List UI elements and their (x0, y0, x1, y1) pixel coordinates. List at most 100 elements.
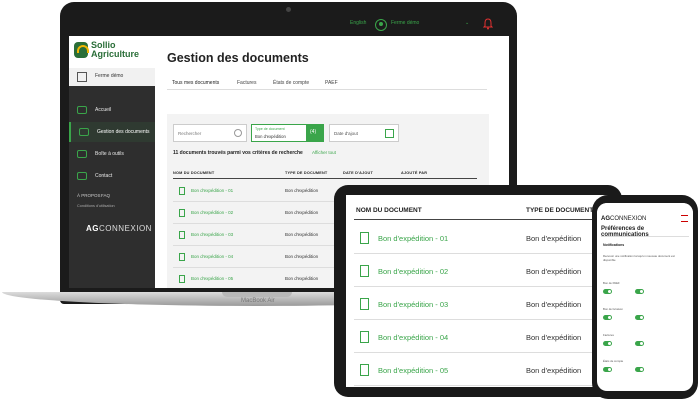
agconnexion-logo: AGCONNEXION (601, 216, 646, 222)
document-icon (179, 209, 185, 217)
sidebar-item-documents[interactable]: Gestion des documents (69, 122, 155, 142)
toggle-switch[interactable] (603, 289, 612, 294)
document-name-link[interactable]: Bon d'expédition - 03 (378, 300, 448, 309)
filter-label: Type de document (255, 127, 285, 131)
table-row[interactable]: Bon d'expédition - 03 Bon d'expédition (354, 287, 604, 320)
document-type: Bon d'expédition (285, 254, 319, 259)
camera-icon (286, 7, 291, 12)
top-bar: English Ferme démo ⌄ (69, 14, 509, 36)
menu-icon[interactable] (681, 215, 688, 222)
farm-name: Ferme démo (95, 73, 124, 79)
column-header-type: TYPE DE DOCUMENT (285, 171, 328, 175)
document-icon (360, 331, 369, 343)
sidebar-item-toolbox[interactable]: Boîte à outils (69, 144, 155, 164)
sidebar-item-label: Gestion des documents (97, 129, 150, 135)
document-type: Bon d'expédition (526, 300, 582, 309)
table-row[interactable]: Bon d'expédition - 02 Bon d'expédition (354, 254, 604, 287)
column-header-name[interactable]: NOM DU DOCUMENT (356, 207, 422, 214)
date-filter[interactable]: Date d'ajout (329, 124, 399, 142)
tablet-screen: NOM DU DOCUMENT TYPE DE DOCUMENT Bon d'e… (346, 195, 608, 387)
language-link[interactable]: English (350, 20, 366, 26)
about-link[interactable]: À PROPOS (77, 193, 101, 198)
date-filter-label: Date d'ajout (334, 131, 358, 136)
document-icon (79, 128, 89, 136)
toggle-switch[interactable] (635, 341, 644, 346)
table-row[interactable]: Bon d'expédition - 04 Bon d'expédition (354, 320, 604, 353)
document-name-link[interactable]: Bon d'expédition - 04 (191, 254, 233, 259)
document-name-link[interactable]: Bon d'expédition - 03 (191, 232, 233, 237)
brand-bold: AG (601, 216, 610, 222)
column-header-type: TYPE DE DOCUMENT (526, 207, 594, 214)
document-icon (179, 253, 185, 261)
logo[interactable]: Sollio Agriculture (69, 36, 155, 68)
faq-link[interactable]: FAQ (101, 193, 110, 198)
chevron-down-icon[interactable]: ⌄ (465, 20, 469, 26)
sidebar-item-contact[interactable]: Contact (69, 166, 155, 186)
document-icon (360, 265, 369, 277)
toggle-switch[interactable] (603, 341, 612, 346)
laptop-notch (222, 292, 292, 297)
document-name-link[interactable]: Bon d'expédition - 02 (378, 267, 448, 276)
document-name-link[interactable]: Bon d'expédition - 05 (378, 366, 448, 375)
column-header-date[interactable]: DATE D'AJOUT (343, 171, 373, 175)
document-icon (360, 364, 369, 376)
search-input[interactable]: Rechercher (173, 124, 247, 142)
home-icon (77, 106, 87, 114)
toolbox-icon (77, 150, 87, 158)
sidebar-item-label: Accueil (95, 107, 112, 113)
document-name-link[interactable]: Bon d'expédition - 01 (191, 188, 233, 193)
farm-selector[interactable]: Ferme démo (69, 68, 155, 86)
document-icon (179, 275, 185, 283)
document-icon (360, 298, 369, 310)
document-name-link[interactable]: Bon d'expédition - 02 (191, 210, 233, 215)
header-divider (173, 178, 477, 179)
bell-icon[interactable] (483, 18, 493, 30)
document-type: Bon d'expédition (285, 210, 319, 215)
tab-paef[interactable]: PAEF (325, 80, 338, 86)
section-title: Notifications (603, 243, 625, 247)
group-label: Bon de PAEF (603, 281, 620, 285)
document-name-link[interactable]: Bon d'expédition - 04 (378, 333, 448, 342)
user-name[interactable]: Ferme démo (391, 20, 419, 26)
document-icon (179, 231, 185, 239)
sidebar: Sollio Agriculture Ferme démo Accueil Ges… (69, 36, 155, 288)
brand-bold: AG (86, 224, 99, 233)
filter-dropdown-button[interactable]: (4) (307, 124, 324, 142)
status-bar (597, 203, 693, 213)
filter-count: (4) (310, 129, 317, 135)
filter-value: Bon d'expédition (255, 134, 286, 139)
search-icon[interactable] (234, 129, 242, 137)
toggle-switch[interactable] (603, 367, 612, 372)
terms-link[interactable]: Conditions d'utilisation (77, 204, 115, 208)
document-name-link[interactable]: Bon d'expédition - 05 (191, 276, 233, 281)
column-header-added-by: AJOUTÉ PAR (401, 171, 428, 175)
toggle-switch[interactable] (603, 315, 612, 320)
device-label: MacBook Air (241, 298, 275, 304)
document-type: Bon d'expédition (285, 188, 319, 193)
page-title: Gestion des documents (167, 51, 309, 65)
user-icon[interactable] (375, 19, 387, 31)
show-all-link[interactable]: Afficher tout (312, 150, 336, 155)
phone-icon (77, 172, 87, 180)
toggle-switch[interactable] (635, 315, 644, 320)
search-placeholder: Rechercher (178, 131, 202, 136)
document-type: Bon d'expédition (526, 366, 582, 375)
table-row[interactable]: Bon d'expédition - 05 Bon d'expédition (354, 353, 604, 386)
table-row[interactable]: Bon d'expédition - 01 Bon d'expédition (354, 221, 604, 254)
sidebar-item-label: Boîte à outils (95, 151, 124, 157)
sidebar-item-accueil[interactable]: Accueil (69, 100, 155, 120)
title-divider (601, 236, 689, 237)
toggle-switch[interactable] (635, 367, 644, 372)
document-type: Bon d'expédition (285, 276, 319, 281)
tab-factures[interactable]: Factures (237, 80, 256, 86)
document-type: Bon d'expédition (285, 232, 319, 237)
group-label: Factures (603, 333, 614, 337)
tab-etats-de-compte[interactable]: États de compte (273, 80, 309, 86)
tabs-divider (167, 89, 487, 90)
brand-rest: CONNEXION (99, 224, 152, 233)
calendar-icon[interactable] (385, 129, 394, 138)
document-name-link[interactable]: Bon d'expédition - 01 (378, 234, 448, 243)
toggle-switch[interactable] (635, 289, 644, 294)
document-type-filter[interactable]: Type de document Bon d'expédition (251, 124, 307, 142)
column-header-name[interactable]: NOM DU DOCUMENT (173, 171, 214, 175)
